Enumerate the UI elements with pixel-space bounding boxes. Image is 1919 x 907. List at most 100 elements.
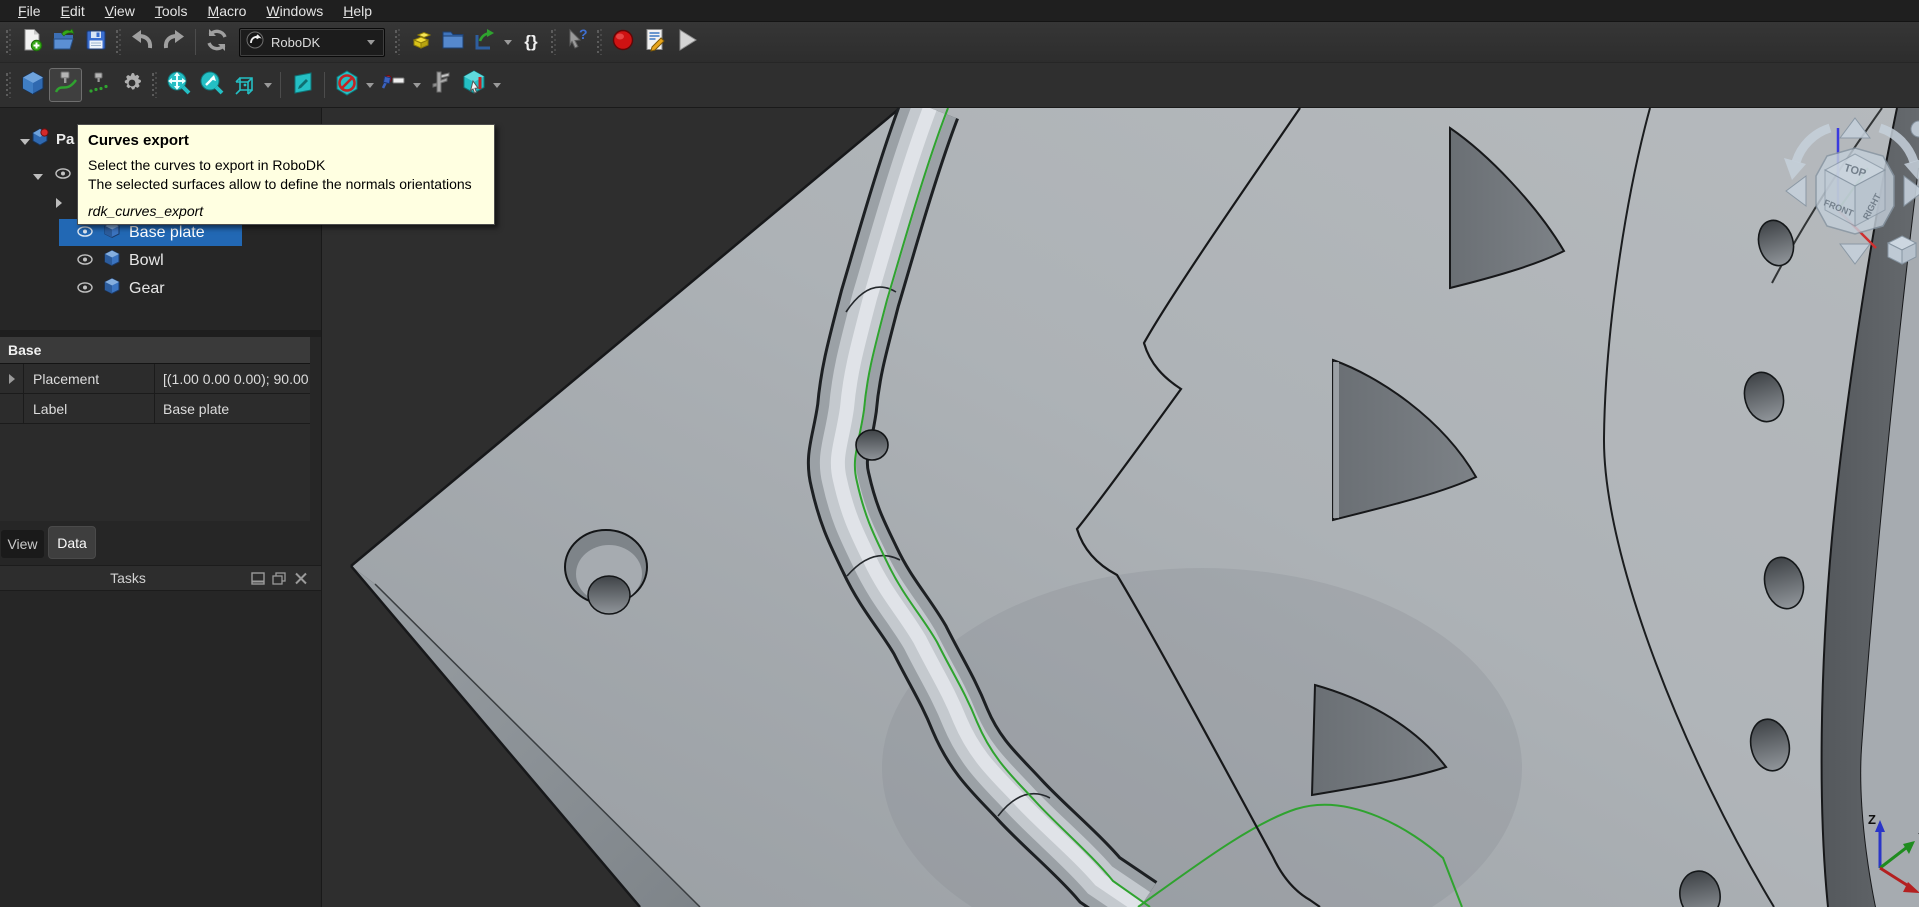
tree-item-label: Gear bbox=[129, 280, 165, 298]
workbench-value: RoboDK bbox=[271, 35, 364, 50]
toolbar-grip[interactable] bbox=[597, 29, 603, 55]
property-row-placement[interactable]: Placement [(1.00 0.00 0.00); 90.00 °;... bbox=[0, 364, 310, 394]
expander-open-icon[interactable] bbox=[33, 174, 43, 180]
eye-icon[interactable] bbox=[77, 224, 93, 242]
update-model-button[interactable] bbox=[16, 68, 49, 102]
edit-script-icon bbox=[642, 27, 668, 58]
undo-icon bbox=[129, 27, 155, 58]
open-document-button[interactable] bbox=[48, 26, 80, 58]
tree-row-gear[interactable]: Gear bbox=[0, 275, 322, 302]
selection-view-button[interactable] bbox=[457, 68, 490, 102]
python-braces-button[interactable]: {} bbox=[515, 26, 547, 58]
record-macro-button[interactable] bbox=[607, 26, 639, 58]
toolbar-grip[interactable] bbox=[6, 29, 12, 55]
chevron-down-icon bbox=[367, 40, 375, 45]
toolbar-grip[interactable] bbox=[551, 29, 557, 55]
measure-button[interactable] bbox=[424, 68, 457, 102]
whats-this-button[interactable]: ? bbox=[561, 26, 593, 58]
property-name: Placement bbox=[24, 364, 155, 393]
eye-icon[interactable] bbox=[77, 280, 93, 298]
workbench-selector[interactable]: RoboDK bbox=[239, 28, 385, 57]
close-icon[interactable] bbox=[294, 572, 308, 585]
dock-icon[interactable] bbox=[251, 572, 265, 585]
folder-button[interactable] bbox=[437, 26, 469, 58]
edit-view-button[interactable] bbox=[286, 68, 319, 102]
property-row-label[interactable]: Label Base plate bbox=[0, 394, 310, 424]
expand-arrow-cell bbox=[0, 394, 24, 423]
sidebar-splitter[interactable] bbox=[321, 108, 322, 907]
tab-data[interactable]: Data bbox=[48, 526, 96, 559]
toolbar-grip[interactable] bbox=[152, 72, 158, 98]
tree-item-label: Base plate bbox=[129, 224, 205, 242]
points-export-button[interactable] bbox=[82, 68, 115, 102]
clipping-dropdown-arrow[interactable] bbox=[366, 83, 374, 88]
tooth-edge-light bbox=[1333, 362, 1339, 518]
edit-macro-button[interactable] bbox=[639, 26, 671, 58]
export-button[interactable] bbox=[469, 26, 501, 58]
plate-hole[interactable] bbox=[856, 430, 888, 460]
3d-viewport[interactable]: TOP FRONT RIGHT Z Y X bbox=[322, 108, 1919, 907]
toolbar-grip[interactable] bbox=[116, 29, 122, 55]
menu-help[interactable]: Help bbox=[333, 2, 382, 20]
save-icon bbox=[84, 28, 108, 57]
export-icon bbox=[472, 27, 498, 58]
redo-button[interactable] bbox=[158, 26, 190, 58]
menu-bar: File Edit View Tools Macro Windows Help bbox=[0, 0, 1919, 22]
tab-view[interactable]: View bbox=[1, 530, 44, 558]
toolbar-separator bbox=[324, 72, 325, 98]
toolbar-grip[interactable] bbox=[6, 72, 12, 98]
zoom-button[interactable] bbox=[195, 68, 228, 102]
menu-file[interactable]: File bbox=[8, 2, 51, 20]
float-icon[interactable] bbox=[272, 572, 286, 585]
expander-open-icon[interactable] bbox=[20, 139, 30, 145]
expander-closed-icon bbox=[9, 374, 15, 384]
undo-button[interactable] bbox=[126, 26, 158, 58]
tooltip-command: rdk_curves_export bbox=[88, 203, 484, 219]
expander-closed-icon[interactable] bbox=[56, 198, 62, 208]
save-button[interactable] bbox=[80, 26, 112, 58]
run-macro-button[interactable] bbox=[671, 26, 703, 58]
settings-button[interactable] bbox=[115, 68, 148, 102]
menu-edit[interactable]: Edit bbox=[51, 2, 95, 20]
view-cube-button[interactable] bbox=[228, 68, 261, 102]
refresh-button[interactable] bbox=[201, 26, 233, 58]
axis-icon bbox=[380, 69, 408, 102]
curves-export-button[interactable] bbox=[49, 68, 82, 102]
fit-all-icon bbox=[165, 69, 193, 102]
axis-z-label: Z bbox=[1868, 812, 1876, 827]
svg-text:?: ? bbox=[579, 27, 588, 42]
view-cube-dropdown-arrow[interactable] bbox=[264, 83, 272, 88]
property-group-header[interactable]: Base bbox=[0, 337, 310, 364]
model-panel: Pa Base plate Bowl Gear Base Placement [… bbox=[0, 108, 322, 907]
tree-row-bowl[interactable]: Bowl bbox=[0, 247, 322, 274]
wire-cube-icon bbox=[231, 69, 259, 102]
eye-icon[interactable] bbox=[77, 252, 93, 270]
clipping-button[interactable] bbox=[330, 68, 363, 102]
property-editor-empty bbox=[0, 424, 310, 521]
placement-axis-button[interactable] bbox=[377, 68, 410, 102]
new-document-button[interactable] bbox=[16, 26, 48, 58]
property-editor: Base Placement [(1.00 0.00 0.00); 90.00 … bbox=[0, 337, 310, 521]
eye-icon bbox=[55, 166, 71, 184]
fit-all-button[interactable] bbox=[162, 68, 195, 102]
export-dropdown-arrow[interactable] bbox=[504, 40, 512, 45]
tasks-panel-titlebar: Tasks bbox=[0, 565, 322, 591]
toolbar-grip[interactable] bbox=[395, 29, 401, 55]
placement-dropdown-arrow[interactable] bbox=[413, 83, 421, 88]
panel-divider[interactable] bbox=[0, 330, 322, 337]
load-part-button[interactable] bbox=[405, 26, 437, 58]
selection-dropdown-arrow[interactable] bbox=[493, 83, 501, 88]
menu-tools[interactable]: Tools bbox=[145, 2, 198, 20]
document-icon bbox=[30, 127, 50, 152]
tooltip-line: Select the curves to export in RoboDK bbox=[88, 156, 484, 175]
yellow-stack-icon bbox=[408, 27, 434, 58]
expand-arrow-cell[interactable] bbox=[0, 364, 24, 393]
property-value[interactable]: Base plate bbox=[155, 394, 310, 423]
refresh-icon bbox=[204, 27, 230, 58]
property-value[interactable]: [(1.00 0.00 0.00); 90.00 °;... bbox=[155, 364, 310, 393]
no-sign-icon bbox=[333, 69, 361, 102]
menu-view[interactable]: View bbox=[95, 2, 145, 20]
menu-windows[interactable]: Windows bbox=[256, 2, 333, 20]
property-name: Label bbox=[24, 394, 155, 423]
menu-macro[interactable]: Macro bbox=[198, 2, 257, 20]
